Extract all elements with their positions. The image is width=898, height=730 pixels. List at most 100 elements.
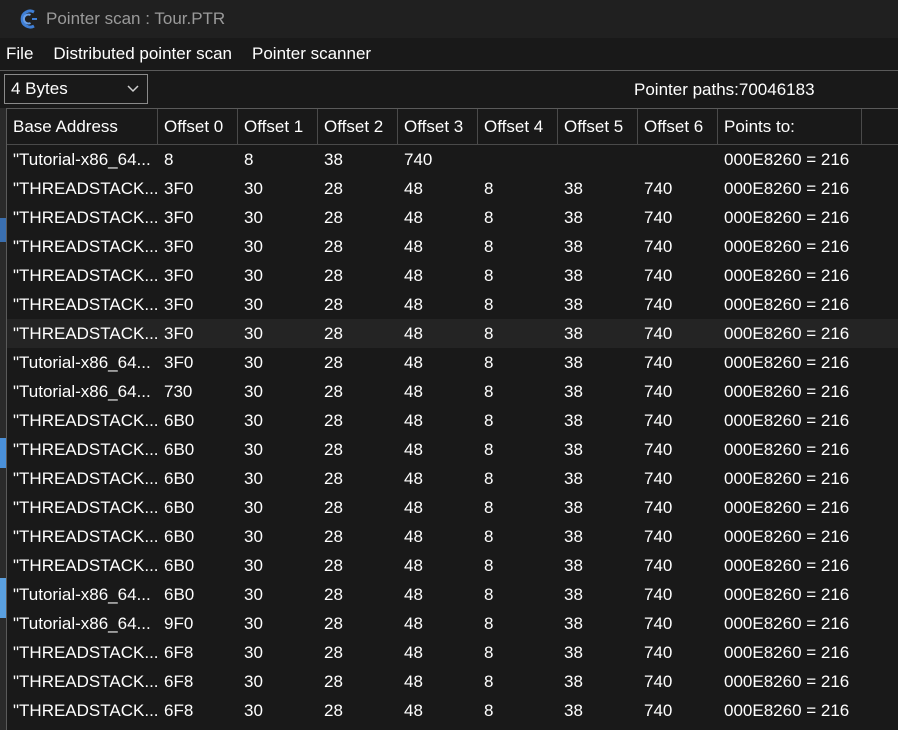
offset-3-cell: 48 (404, 556, 423, 575)
offset-2-cell: 28 (324, 411, 343, 430)
offset-1-cell: 30 (244, 440, 263, 459)
table-row[interactable]: "THREADSTACK... 3F0 30 28 48 8 38 740 000E8260 =… (7, 203, 898, 232)
base-address-cell: "THREADSTACK... (13, 266, 158, 285)
pointer-results-table[interactable]: Base Address Offset 0 Offset 1 Offset 2 … (6, 108, 898, 730)
offset-6-cell: 740 (644, 527, 673, 546)
base-address-cell: "THREADSTACK... (13, 527, 158, 546)
table-row[interactable]: "THREADSTACK... 3F0 30 28 48 8 38 740 000E8260 =… (7, 261, 898, 290)
table-row[interactable]: "THREADSTACK... 6B0 30 28 48 8 38 740 000E8260 =… (7, 435, 898, 464)
offset-5-cell: 38 (564, 672, 583, 691)
offset-5-cell: 38 (564, 324, 583, 343)
table-row[interactable]: "Tutorial-x86_64... 3F0 30 28 48 8 38 740 000E82… (7, 348, 898, 377)
table-row[interactable]: "THREADSTACK... 6B0 30 28 48 8 38 740 000E8260 =… (7, 464, 898, 493)
offset-5-cell: 38 (564, 527, 583, 546)
offset-0-cell: 8 (164, 150, 174, 169)
offset-1-cell: 30 (244, 324, 263, 343)
offset-1-cell: 30 (244, 208, 263, 227)
base-address-cell: "THREADSTACK... (13, 295, 158, 314)
offset-4-cell: 8 (484, 208, 494, 227)
points-to-cell: 000E8260 = 216 (724, 237, 850, 256)
column-header-points-to[interactable]: Points to: (718, 109, 862, 144)
column-header-offset-3[interactable]: Offset 3 (398, 109, 478, 144)
offset-4-cell: 8 (484, 585, 494, 604)
window-title: Pointer scan : Tour.PTR (46, 9, 226, 28)
offset-0-cell: 6B0 (164, 527, 195, 546)
table-row[interactable]: "THREADSTACK... 6B0 30 28 48 8 38 740 000E8260 =… (7, 551, 898, 580)
offset-5-cell: 38 (564, 498, 583, 517)
offset-1-cell: 30 (244, 498, 263, 517)
offset-2-cell: 28 (324, 556, 343, 575)
table-row[interactable]: "THREADSTACK... 6F8 30 28 48 8 38 740 000E8260 =… (7, 667, 898, 696)
offset-4-cell (478, 145, 558, 174)
offset-2-cell: 28 (324, 324, 343, 343)
offset-3-cell: 48 (404, 701, 423, 720)
offset-4-cell: 8 (484, 324, 494, 343)
menu-pointer-scanner[interactable]: Pointer scanner (242, 38, 381, 70)
column-header-base-address[interactable]: Base Address (7, 109, 158, 144)
column-header-offset-0[interactable]: Offset 0 (158, 109, 238, 144)
offset-4-cell: 8 (484, 266, 494, 285)
offset-5-cell: 38 (564, 295, 583, 314)
column-header-offset-6[interactable]: Offset 6 (638, 109, 718, 144)
offset-2-cell: 28 (324, 585, 343, 604)
table-row[interactable]: "THREADSTACK... 6F8 30 28 48 8 38 740 000E8260 =… (7, 696, 898, 725)
title-bar[interactable]: Pointer scan : Tour.PTR (0, 0, 898, 38)
offset-3-cell: 48 (404, 295, 423, 314)
table-row[interactable]: "THREADSTACK... 6F8 30 28 48 8 38 740 000E8260 =… (7, 638, 898, 667)
menu-distributed-pointer-scan[interactable]: Distributed pointer scan (43, 38, 242, 70)
offset-0-cell: 6B0 (164, 498, 195, 517)
offset-2-cell: 28 (324, 527, 343, 546)
points-to-cell: 000E8260 = 216 (724, 266, 850, 285)
offset-6-cell: 740 (644, 179, 673, 198)
base-address-cell: "THREADSTACK... (13, 643, 158, 662)
points-to-cell: 000E8260 = 216 (724, 411, 850, 430)
offset-6-cell: 740 (644, 324, 673, 343)
offset-1-cell: 30 (244, 643, 263, 662)
column-header-offset-1[interactable]: Offset 1 (238, 109, 318, 144)
menu-file[interactable]: File (0, 38, 43, 70)
offset-4-cell: 8 (484, 614, 494, 633)
points-to-cell: 000E8260 = 216 (724, 556, 850, 575)
pointer-scan-window: Pointer scan : Tour.PTR File Distributed… (0, 0, 898, 730)
offset-1-cell: 30 (244, 527, 263, 546)
base-address-cell: "THREADSTACK... (13, 179, 158, 198)
table-row[interactable]: "Tutorial-x86_64... 9F0 30 28 48 8 38 740 000E82… (7, 609, 898, 638)
offset-5-cell: 38 (564, 382, 583, 401)
table-row[interactable]: "THREADSTACK... 3F0 30 28 48 8 38 740 000E8260 =… (7, 232, 898, 261)
offset-0-cell: 6B0 (164, 469, 195, 488)
offset-5-cell: 38 (564, 353, 583, 372)
points-to-cell: 000E8260 = 216 (724, 353, 850, 372)
points-to-cell: 000E8260 = 216 (724, 440, 850, 459)
column-header-offset-5[interactable]: Offset 5 (558, 109, 638, 144)
column-header-offset-2[interactable]: Offset 2 (318, 109, 398, 144)
offset-3-cell: 48 (404, 469, 423, 488)
table-row[interactable]: "Tutorial-x86_64... 8 8 38 740 000E8260 = 216 (7, 145, 898, 174)
table-row[interactable]: "THREADSTACK... 6B0 30 28 48 8 38 740 000E8260 =… (7, 522, 898, 551)
column-header-offset-4[interactable]: Offset 4 (478, 109, 558, 144)
points-to-cell: 000E8260 = 216 (724, 585, 850, 604)
offset-6-cell: 740 (644, 411, 673, 430)
offset-4-cell: 8 (484, 237, 494, 256)
table-row[interactable]: "THREADSTACK... 3F0 30 28 48 8 38 740 000E8260 =… (7, 290, 898, 319)
offset-3-cell: 48 (404, 527, 423, 546)
offset-6-cell: 740 (644, 498, 673, 517)
offset-2-cell: 28 (324, 179, 343, 198)
offset-4-cell: 8 (484, 556, 494, 575)
offset-1-cell: 8 (244, 150, 254, 169)
table-row[interactable]: "Tutorial-x86_64... 6B0 30 28 48 8 38 740 000E82… (7, 580, 898, 609)
table-row[interactable]: "Tutorial-x86_64... 730 30 28 48 8 38 740 000E82… (7, 377, 898, 406)
table-row[interactable]: "THREADSTACK... 6B0 30 28 48 8 38 740 000E8260 =… (7, 406, 898, 435)
table-row[interactable]: "THREADSTACK... 3F0 30 28 48 8 38 740 000E8260 =… (7, 319, 898, 348)
value-type-dropdown[interactable]: 4 Bytes (4, 74, 148, 104)
offset-6-cell: 740 (644, 382, 673, 401)
menu-bar: File Distributed pointer scan Pointer sc… (0, 38, 898, 70)
base-address-cell: "THREADSTACK... (13, 498, 158, 517)
offset-4-cell: 8 (484, 382, 494, 401)
table-row[interactable]: "THREADSTACK... 6B0 30 28 48 8 38 740 000E8260 =… (7, 493, 898, 522)
offset-1-cell: 30 (244, 382, 263, 401)
table-row[interactable]: "THREADSTACK... 3F0 30 28 48 8 38 740 000E8260 =… (7, 174, 898, 203)
offset-6-cell: 740 (644, 556, 673, 575)
offset-1-cell: 30 (244, 411, 263, 430)
offset-1-cell: 30 (244, 295, 263, 314)
offset-3-cell: 48 (404, 585, 423, 604)
